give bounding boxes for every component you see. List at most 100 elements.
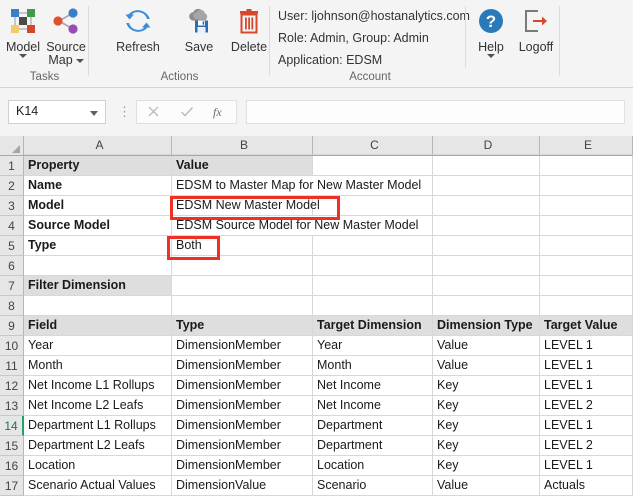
cell-B16[interactable]: DimensionMember [172,456,313,476]
cell-C16[interactable]: Location [313,456,433,476]
row-header-5[interactable]: 5 [0,236,24,256]
insert-function-fx-icon[interactable]: fx [203,101,236,123]
cell-E3[interactable] [540,196,633,216]
formula-input[interactable] [246,100,625,124]
cell-B8[interactable] [172,296,313,316]
cell-E5[interactable] [540,236,633,256]
cell-A13[interactable]: Net Income L2 Leafs [24,396,172,416]
cell-C6[interactable] [313,256,433,276]
cell-A8[interactable] [24,296,172,316]
row-header-6[interactable]: 6 [0,256,24,276]
cell-B4[interactable]: EDSM Source Model for New Master Model [172,216,418,236]
cell-C15[interactable]: Department [313,436,433,456]
cell-B2[interactable]: EDSM to Master Map for New Master Model [172,176,421,196]
cell-D17[interactable]: Value [433,476,540,496]
cell-C2[interactable] [313,176,433,196]
cell-E2[interactable] [540,176,633,196]
cell-A12[interactable]: Net Income L1 Rollups [24,376,172,396]
cell-D4[interactable] [433,216,540,236]
row-header-1[interactable]: 1 [0,156,24,176]
cell-C11[interactable]: Month [313,356,433,376]
cancel-x-icon[interactable] [137,101,170,123]
column-header-E[interactable]: E [540,136,633,155]
cell-C1[interactable] [313,156,433,176]
cell-C13[interactable]: Net Income [313,396,433,416]
cell-C3[interactable] [313,196,433,216]
row-header-3[interactable]: 3 [0,196,24,216]
refresh-button[interactable]: Refresh [107,4,169,54]
cell-D2[interactable] [433,176,540,196]
enter-check-icon[interactable] [170,101,203,123]
cell-D14[interactable]: Key [433,416,540,436]
cell-A17[interactable]: Scenario Actual Values [24,476,172,496]
help-dropdown-chevron-icon[interactable] [487,54,495,58]
cell-D8[interactable] [433,296,540,316]
chevron-down-icon[interactable] [90,111,98,116]
column-header-C[interactable]: C [313,136,433,155]
cell-C12[interactable]: Net Income [313,376,433,396]
name-box[interactable]: K14 [8,100,106,124]
cell-B9[interactable]: Type [172,316,313,336]
cell-E1[interactable] [540,156,633,176]
column-header-D[interactable]: D [433,136,540,155]
cell-A4[interactable]: Source Model [24,216,172,236]
row-header-9[interactable]: 9 [0,316,24,336]
model-dropdown-chevron-icon[interactable] [19,54,27,58]
cell-B3[interactable]: EDSM New Master Model [172,196,320,216]
cell-D12[interactable]: Key [433,376,540,396]
cell-B15[interactable]: DimensionMember [172,436,313,456]
delete-button[interactable]: Delete [223,4,275,54]
cell-A2[interactable]: Name [24,176,172,196]
source-map-dropdown-chevron-icon[interactable] [75,58,84,63]
cell-E8[interactable] [540,296,633,316]
cell-A16[interactable]: Location [24,456,172,476]
cell-C14[interactable]: Department [313,416,433,436]
cell-B6[interactable] [172,256,313,276]
cell-D10[interactable]: Value [433,336,540,356]
cell-A3[interactable]: Model [24,196,172,216]
cell-E7[interactable] [540,276,633,296]
cell-A7[interactable]: Filter Dimension [24,276,172,296]
column-header-A[interactable]: A [24,136,172,155]
save-button[interactable]: Save [175,4,223,54]
cell-B7[interactable] [172,276,313,296]
cell-E16[interactable]: LEVEL 1 [540,456,633,476]
row-header-16[interactable]: 16 [0,456,24,476]
cell-E10[interactable]: LEVEL 1 [540,336,633,356]
cell-E9[interactable]: Target Value [540,316,633,336]
cell-A6[interactable] [24,256,172,276]
cell-A1[interactable]: Property [24,156,172,176]
cell-C9[interactable]: Target Dimension [313,316,433,336]
cell-D13[interactable]: Key [433,396,540,416]
help-button[interactable]: ? Help [470,4,512,58]
cell-B5[interactable]: Both [172,236,313,256]
cell-D3[interactable] [433,196,540,216]
cell-E4[interactable] [540,216,633,236]
cell-C7[interactable] [313,276,433,296]
cell-B10[interactable]: DimensionMember [172,336,313,356]
cell-E14[interactable]: LEVEL 1 [540,416,633,436]
formula-bar-grip[interactable]: ⋮ [118,105,131,119]
cell-B12[interactable]: DimensionMember [172,376,313,396]
cell-E13[interactable]: LEVEL 2 [540,396,633,416]
cell-A9[interactable]: Field [24,316,172,336]
row-header-7[interactable]: 7 [0,276,24,296]
cell-A11[interactable]: Month [24,356,172,376]
row-header-8[interactable]: 8 [0,296,24,316]
cell-D1[interactable] [433,156,540,176]
cell-C8[interactable] [313,296,433,316]
cell-D5[interactable] [433,236,540,256]
cell-C4[interactable] [313,216,433,236]
cell-E17[interactable]: Actuals [540,476,633,496]
row-header-2[interactable]: 2 [0,176,24,196]
cell-D11[interactable]: Value [433,356,540,376]
cell-B14[interactable]: DimensionMember [172,416,313,436]
select-all-corner[interactable] [0,136,24,155]
cell-E6[interactable] [540,256,633,276]
cell-B1[interactable]: Value [172,156,313,176]
cell-A5[interactable]: Type [24,236,172,256]
cell-C5[interactable] [313,236,433,256]
model-button[interactable]: Model [2,4,44,58]
row-header-14[interactable]: 14 [0,416,24,436]
cell-C10[interactable]: Year [313,336,433,356]
